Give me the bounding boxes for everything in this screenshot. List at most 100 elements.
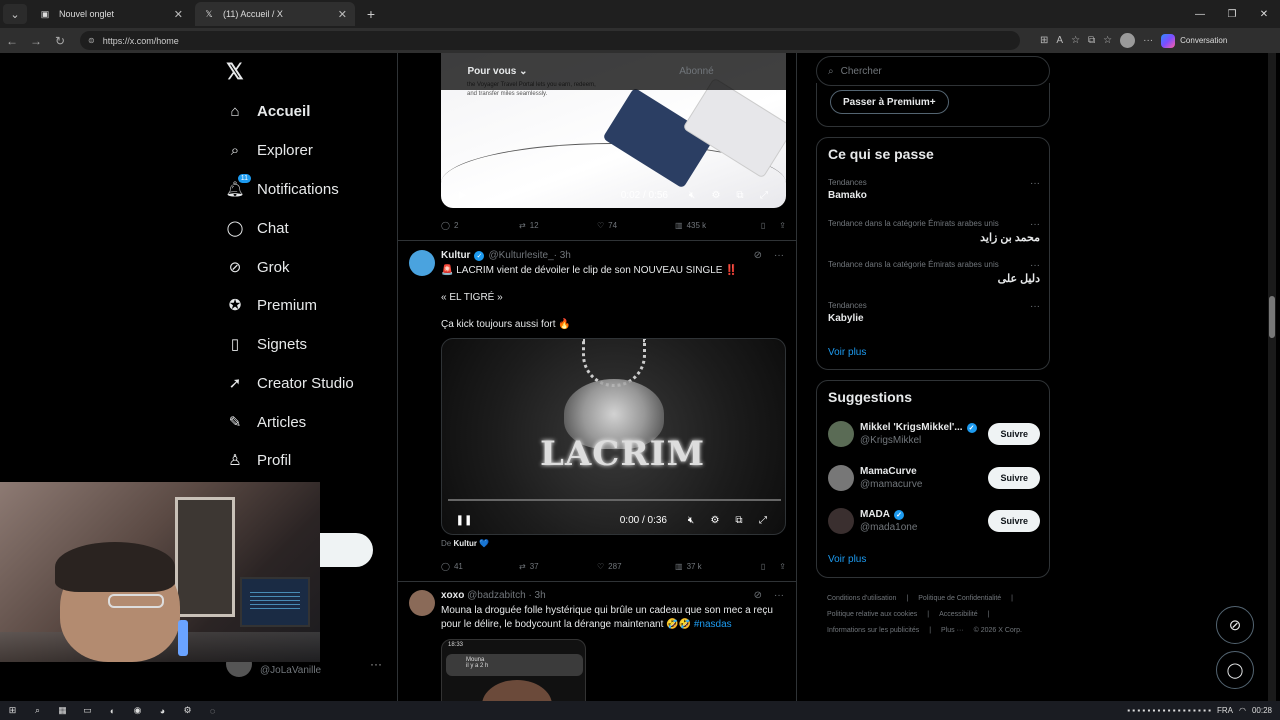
copilot-button[interactable]: Conversation [1161, 33, 1227, 48]
avatar[interactable] [409, 590, 435, 616]
grok-fab-button[interactable]: ⊘ [1216, 606, 1254, 644]
app-icon[interactable]: ◌ [200, 701, 225, 720]
tab-pour-vous[interactable]: Pour vous ⌄ [398, 53, 597, 90]
favorites-icon[interactable]: ☆ [1103, 35, 1112, 46]
more-icon[interactable]: ··· [1030, 260, 1040, 271]
app-available-icon[interactable]: ⊞ [1040, 35, 1048, 46]
suggestion-item[interactable]: MADA ✓ @mada1one Suivre [828, 506, 1040, 536]
repost-button[interactable]: ⇄ 37 [519, 562, 597, 571]
trend-item[interactable]: Tendances Bamako ··· [828, 178, 1040, 201]
minimize-icon[interactable]: — [1184, 0, 1216, 28]
like-button[interactable]: ♡ 287 [597, 562, 675, 571]
edge-icon[interactable]: ◐ [100, 701, 125, 720]
more-icon[interactable]: ··· [1030, 219, 1040, 230]
tab-x-home[interactable]: 𝕏 (11) Accueil / X ✕ [195, 2, 355, 26]
sidebar-item-grok[interactable]: ⊘ Grok [226, 253, 290, 281]
bookmark-icon[interactable]: ▯ [761, 221, 765, 230]
share-icon[interactable]: ⇪ [779, 562, 786, 571]
sidebar-item-accueil[interactable]: ⌂ Accueil [226, 97, 310, 125]
sidebar-item-signets[interactable]: ▯ Signets [226, 330, 307, 358]
wifi-icon[interactable]: ◠ [1239, 706, 1246, 715]
site-info-icon[interactable]: ⊜ [88, 36, 95, 45]
views-button[interactable]: ▥ 435 k [675, 221, 755, 230]
grok-icon[interactable]: ⊘ [754, 250, 762, 261]
share-icon[interactable]: ⇪ [779, 221, 786, 230]
more-icon[interactable]: ··· [774, 250, 784, 261]
refresh-icon[interactable]: ↻ [48, 34, 72, 48]
tray-icons[interactable]: ▪ ▪ ▪ ▪ ▪ ▪ ▪ ▪ ▪ ▪ ▪ ▪ ▪ ▪ ▪ ▪ ▪ [1127, 706, 1211, 715]
more-icon[interactable]: ··· [774, 590, 784, 601]
follow-button[interactable]: Suivre [988, 467, 1040, 489]
trend-item[interactable]: Tendance dans la catégorie Émirats arabe… [828, 219, 1040, 244]
views-button[interactable]: ▥ 37 k [675, 562, 755, 571]
start-icon[interactable]: ⊞ [0, 701, 25, 720]
premium-plus-button[interactable]: Passer à Premium+ [830, 90, 949, 114]
tab-new[interactable]: ▣ Nouvel onglet ✕ [31, 2, 191, 26]
trend-item[interactable]: Tendance dans la catégorie Émirats arabe… [828, 260, 1040, 285]
close-icon[interactable]: ✕ [338, 8, 347, 21]
tab-abonne[interactable]: Abonné [597, 53, 796, 90]
chrome-icon[interactable]: ◉ [125, 701, 150, 720]
settings-icon[interactable]: ⚙ [704, 190, 728, 201]
pip-icon[interactable]: ⧉ [727, 515, 751, 526]
avatar[interactable] [409, 250, 435, 276]
sidebar-item-creator-studio[interactable]: ➚ Creator Studio [226, 369, 354, 397]
repost-button[interactable]: ⇄ 12 [519, 221, 597, 230]
post-video[interactable]: LACRIM ❚❚ 0:00 / 0:36 🔇︎ ⚙ ⧉ ⤢ [441, 338, 786, 535]
language-indicator[interactable]: FRA [1217, 706, 1233, 715]
chat-fab-button[interactable]: ◯ [1216, 651, 1254, 689]
follow-button[interactable]: Suivre [988, 423, 1040, 445]
hashtag-link[interactable]: #nasdas [694, 619, 732, 630]
forward-icon[interactable]: → [24, 34, 48, 48]
sidebar-item-premium[interactable]: ✪ Premium [226, 291, 317, 319]
mute-icon[interactable]: 🔇︎ [679, 515, 703, 526]
trend-item[interactable]: Tendances Kabylie ··· [828, 301, 1040, 324]
search-icon[interactable]: ⌕ [25, 701, 50, 720]
pip-icon[interactable]: ⧉ [728, 190, 752, 201]
file-explorer-icon[interactable]: ▭ [75, 701, 100, 720]
new-tab-button[interactable]: + [361, 6, 381, 22]
play-icon[interactable]: ▶ [451, 190, 475, 201]
reply-button[interactable]: ◯ 41 [441, 562, 519, 571]
clock[interactable]: 00:28 [1252, 706, 1272, 715]
mute-icon[interactable]: 🔇︎ [680, 190, 704, 201]
sidebar-item-explorer[interactable]: ⌕ Explorer [226, 136, 313, 164]
restore-icon[interactable]: ❐ [1216, 0, 1248, 28]
suggestion-item[interactable]: MamaCurve @mamacurve Suivre [828, 463, 1040, 493]
page-scrollbar[interactable] [1268, 53, 1276, 701]
pause-icon[interactable]: ❚❚ [452, 515, 476, 526]
more-icon[interactable]: ··· [1143, 35, 1153, 46]
suggestions-more-link[interactable]: Voir plus [828, 554, 866, 565]
settings-icon[interactable]: ⚙ [703, 515, 727, 526]
close-icon[interactable]: ✕ [174, 8, 183, 21]
tab-actions-menu[interactable]: ⌄ [3, 4, 27, 24]
sidebar-item-notifications[interactable]: 🔔︎ 11 Notifications [225, 174, 339, 203]
suggestion-item[interactable]: Mikkel 'KrigsMikkel'... ✓ @KrigsMikkel Su… [828, 419, 1040, 449]
grok-icon[interactable]: ⊘ [754, 590, 762, 601]
sidebar-item-articles[interactable]: ✎ Articles [226, 408, 306, 436]
sidebar-item-profil[interactable]: ♙ Profil [226, 446, 291, 474]
video-progress[interactable] [448, 499, 781, 501]
like-button[interactable]: ♡ 74 [597, 221, 675, 230]
trends-more-link[interactable]: Voir plus [828, 347, 866, 358]
sidebar-item-chat[interactable]: ◯ Chat [226, 214, 289, 242]
bookmark-icon[interactable]: ▯ [761, 562, 765, 571]
scrollbar-thumb[interactable] [1269, 296, 1275, 338]
read-aloud-icon[interactable]: A [1056, 35, 1063, 46]
widgets-icon[interactable]: ▦ [50, 701, 75, 720]
more-icon[interactable]: ··· [1030, 178, 1040, 189]
browser-profile-avatar[interactable] [1120, 33, 1136, 48]
post-button[interactable] [320, 533, 373, 567]
x-logo-icon[interactable]: 𝕏 [226, 59, 252, 85]
close-window-icon[interactable]: ✕ [1248, 0, 1280, 28]
post-image[interactable]: 18:33 Mouna il y a 2 h [441, 639, 586, 701]
discord-icon[interactable]: ◕ [150, 701, 175, 720]
more-icon[interactable]: ··· [370, 657, 382, 671]
reply-button[interactable]: ◯ 2 [441, 221, 519, 230]
fullscreen-icon[interactable]: ⤢ [752, 190, 776, 201]
follow-button[interactable]: Suivre [988, 510, 1040, 532]
search-input[interactable]: ⌕ Chercher [816, 56, 1050, 86]
fullscreen-icon[interactable]: ⤢ [751, 515, 775, 526]
more-icon[interactable]: ··· [1030, 301, 1040, 312]
favorite-star-icon[interactable]: ☆ [1071, 35, 1080, 46]
